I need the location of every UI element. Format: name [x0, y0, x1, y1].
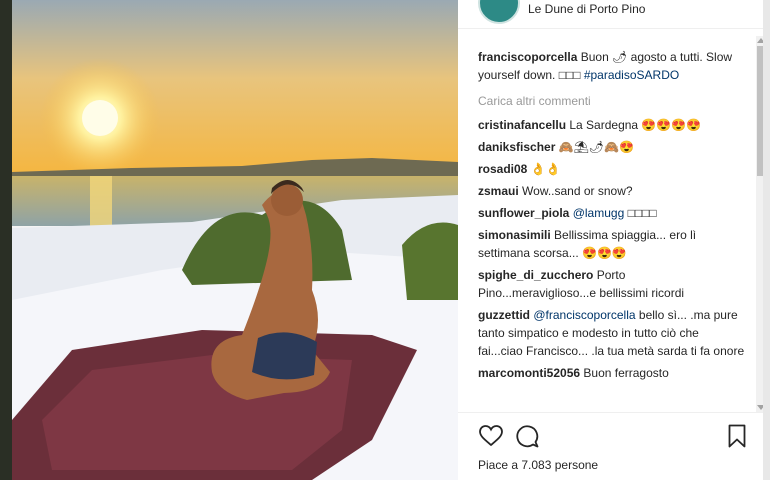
list-item: sunflower_piola @lamugg □□□□ [478, 204, 746, 222]
comments-list: franciscoporcella Buon 🌶 agosto a tutti.… [478, 48, 746, 410]
action-bar [478, 423, 748, 449]
comment-username[interactable]: cristinafancellu [478, 118, 566, 132]
comment-username[interactable]: simonasimili [478, 228, 551, 242]
comment-username[interactable]: zsmaui [478, 184, 519, 198]
beach-sunset-image [12, 0, 458, 480]
speech-bubble-icon [516, 425, 539, 448]
save-button[interactable] [724, 423, 750, 449]
divider [458, 412, 770, 413]
heart-icon [479, 425, 503, 447]
bookmark-icon [728, 424, 746, 448]
likes-count[interactable]: Piace a 7.083 persone [478, 458, 598, 472]
comment-username[interactable]: sunflower_piola [478, 206, 569, 220]
comment-username[interactable]: rosadi08 [478, 162, 527, 176]
hashtag-link[interactable]: #paradisoSARDO [584, 68, 679, 82]
comment-username[interactable]: guzzettid [478, 308, 530, 322]
list-item: rosadi08 👌👌 [478, 160, 746, 178]
like-button[interactable] [478, 423, 504, 449]
caption-username[interactable]: franciscoporcella [478, 50, 577, 64]
comment-text: □□□□ [627, 206, 657, 220]
caption-text-before: Buon [580, 50, 613, 64]
list-item: marcomonti52056 Buon ferragosto [478, 364, 746, 382]
post-details-panel: Le Dune di Porto Pino franciscoporcella … [458, 0, 770, 480]
list-item: spighe_di_zucchero Porto Pino...meravigl… [478, 266, 746, 302]
comment-username[interactable]: marcomonti52056 [478, 366, 580, 380]
load-more-comments-button[interactable]: Carica altri commenti [478, 92, 746, 110]
background-strip [0, 0, 12, 480]
list-item: simonasimili Bellissima spiaggia... ero … [478, 226, 746, 262]
comment-text: Buon ferragosto [583, 366, 669, 380]
comment-text: 👌👌 [530, 162, 561, 176]
list-item: cristinafancellu La Sardegna 😍😍😍😍 [478, 116, 746, 134]
list-item: guzzettid @franciscoporcella bello sì...… [478, 306, 746, 360]
list-item: daniksfischer 🙈⛱🌶🙈😍 [478, 138, 746, 156]
divider [458, 28, 770, 29]
pepper-emoji: 🌶 [612, 50, 628, 64]
avatar[interactable] [478, 0, 520, 24]
location-link[interactable]: Le Dune di Porto Pino [528, 2, 645, 16]
comment-button[interactable] [514, 423, 540, 449]
comment-text: 🙈⛱🌶🙈😍 [558, 140, 635, 154]
comment-username[interactable]: daniksfischer [478, 140, 555, 154]
background-strip [763, 0, 770, 480]
caption: franciscoporcella Buon 🌶 agosto a tutti.… [478, 48, 746, 84]
comment-mention[interactable]: @franciscoporcella [533, 308, 635, 322]
list-item: zsmaui Wow..sand or snow? [478, 182, 746, 200]
post-photo[interactable] [12, 0, 458, 480]
comment-username[interactable]: spighe_di_zucchero [478, 268, 593, 282]
comment-mention[interactable]: @lamugg [573, 206, 625, 220]
caption-squares: □□□ [558, 68, 581, 82]
comment-text: Wow..sand or snow? [522, 184, 633, 198]
comment-text: La Sardegna 😍😍😍😍 [569, 118, 702, 132]
